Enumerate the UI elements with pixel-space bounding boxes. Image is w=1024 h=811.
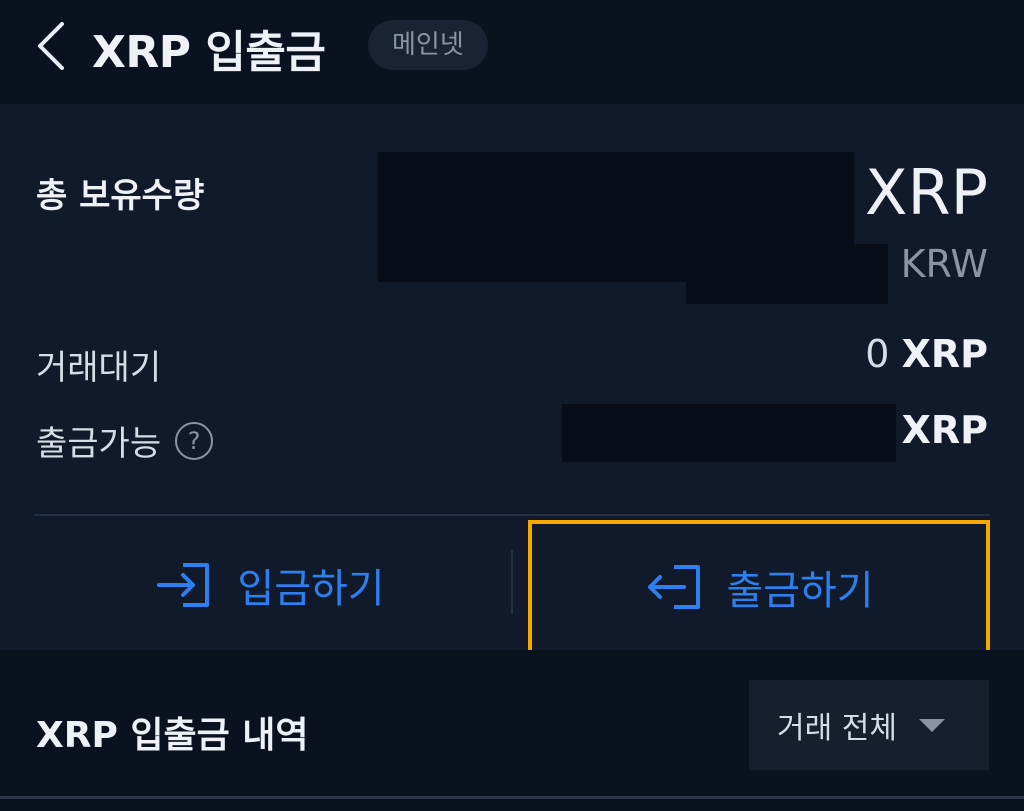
withdrawable-label: 출금가능 bbox=[36, 424, 162, 464]
total-holdings-label: 총 보유수량 bbox=[36, 176, 205, 216]
redacted-krw-amount bbox=[686, 244, 888, 304]
withdraw-button[interactable]: 출금하기 bbox=[528, 520, 990, 654]
transaction-filter-select[interactable]: 거래 전체 bbox=[749, 680, 989, 770]
withdrawable-unit: XRP bbox=[901, 408, 988, 452]
history-section: XRP 입출금 내역 거래 전체 bbox=[0, 650, 1024, 811]
page-title: XRP 입출금 bbox=[92, 27, 326, 78]
deposit-icon bbox=[157, 563, 210, 607]
withdrawable-row: 출금가능 ? bbox=[36, 416, 214, 465]
network-badge: 메인넷 bbox=[368, 20, 488, 70]
divider bbox=[34, 514, 990, 516]
pending-value: 0 XRP bbox=[865, 332, 988, 376]
action-divider bbox=[511, 550, 513, 614]
deposit-button[interactable]: 입금하기 bbox=[100, 520, 440, 650]
withdraw-label: 출금하기 bbox=[726, 568, 874, 614]
caret-down-icon bbox=[918, 718, 945, 732]
section-divider bbox=[0, 796, 1024, 799]
header: XRP 입출금 메인넷 bbox=[0, 0, 1024, 104]
deposit-label: 입금하기 bbox=[237, 566, 385, 612]
screen: XRP 입출금 메인넷 총 보유수량 XRP KRW 거래대기 0 XRP 출금… bbox=[0, 0, 1024, 811]
withdraw-icon bbox=[648, 565, 701, 609]
filter-label: 거래 전체 bbox=[777, 711, 897, 746]
back-chevron-icon bbox=[38, 22, 64, 70]
back-button[interactable] bbox=[30, 20, 76, 72]
redacted-withdrawable-amount bbox=[562, 404, 896, 462]
history-title: XRP 입출금 내역 bbox=[36, 715, 309, 756]
total-unit: XRP bbox=[865, 156, 988, 229]
krw-unit: KRW bbox=[900, 242, 988, 286]
help-icon[interactable]: ? bbox=[175, 421, 214, 460]
pending-amount: 0 bbox=[865, 332, 890, 376]
pending-unit: XRP bbox=[901, 332, 988, 376]
balance-card: 총 보유수량 XRP KRW 거래대기 0 XRP 출금가능 ? XRP 입금하… bbox=[0, 104, 1024, 654]
pending-label: 거래대기 bbox=[36, 348, 162, 388]
